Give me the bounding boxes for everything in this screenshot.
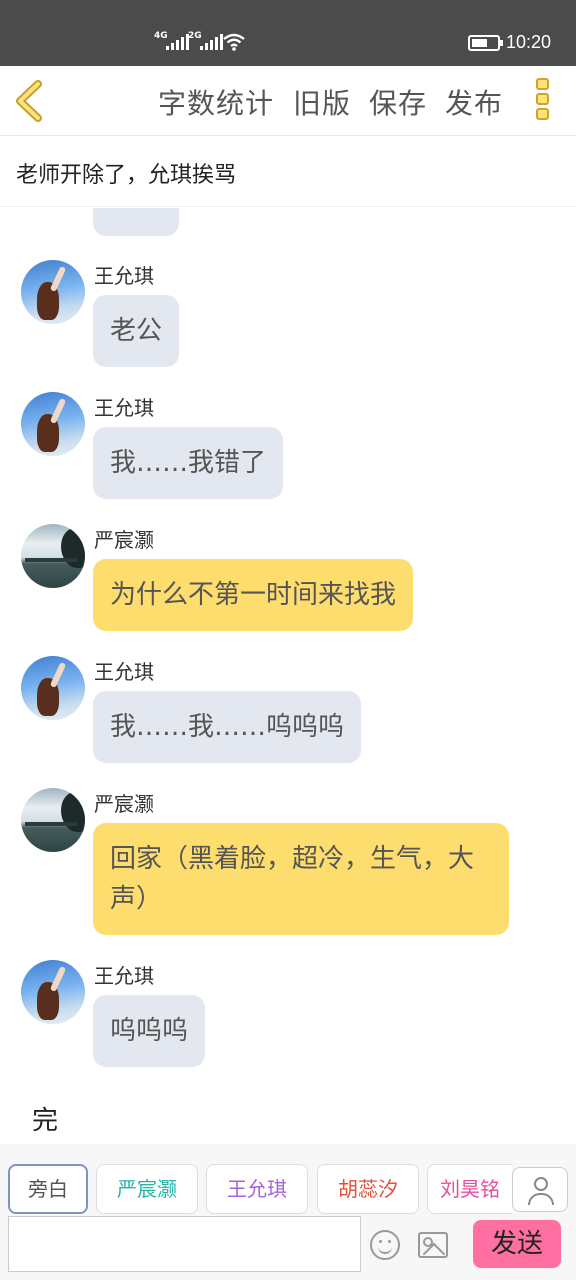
- speaker-name: 王允琪: [94, 396, 154, 420]
- speaker-name: 王允琪: [94, 264, 154, 288]
- speaker-name: 严宸灏: [94, 792, 154, 816]
- message-text: 我……我错了: [110, 448, 267, 478]
- message-input[interactable]: [8, 1216, 361, 1272]
- message-text: 为什么不第一时间来找我: [110, 580, 397, 610]
- image-icon[interactable]: [418, 1232, 448, 1258]
- signal-icon: [166, 34, 189, 50]
- avatar[interactable]: [21, 524, 85, 588]
- message-bubble[interactable]: 我……我错了: [93, 427, 284, 499]
- top-toolbar: 字数统计 旧版 保存 发布: [0, 66, 576, 136]
- story-title-bar[interactable]: 老师开除了，允琪挨骂: [0, 137, 576, 207]
- back-arrow-icon[interactable]: [12, 80, 48, 122]
- save-button[interactable]: 保存: [369, 82, 427, 122]
- character-chip-narrator[interactable]: 旁白: [8, 1164, 88, 1214]
- battery-icon: [468, 35, 503, 51]
- message-bubble[interactable]: 为什么不第一时间来找我: [93, 559, 414, 631]
- end-text[interactable]: 完: [32, 1100, 58, 1137]
- chat-area[interactable]: 呜呜 王允琪 老公 王允琪 我……我错了 严宸灏 为什么不第一时间来找我 王允琪…: [0, 208, 576, 1144]
- emoji-icon[interactable]: [370, 1230, 400, 1260]
- chip-label: 严宸灏: [117, 1177, 177, 1201]
- signal-icon-2: [200, 34, 223, 50]
- message-bubble[interactable]: 我……我……呜呜呜: [93, 691, 362, 763]
- status-bar: 4G 2G 10:20: [0, 0, 576, 66]
- message-bubble[interactable]: 呜呜呜: [93, 995, 206, 1067]
- story-title: 老师开除了，允琪挨骂: [16, 163, 237, 188]
- character-chip[interactable]: 胡蕊汐: [317, 1164, 419, 1214]
- speaker-name: 严宸灏: [94, 528, 154, 552]
- avatar[interactable]: [21, 392, 85, 456]
- chip-label: 胡蕊汐: [338, 1177, 398, 1201]
- message-text: 我……我……呜呜呜: [110, 712, 345, 742]
- message-text: 老公: [110, 316, 163, 346]
- speaker-name: 王允琪: [94, 660, 154, 684]
- character-chip[interactable]: 严宸灏: [96, 1164, 198, 1214]
- message-bubble[interactable]: 老公: [93, 295, 180, 367]
- old-version-button[interactable]: 旧版: [293, 82, 351, 122]
- clock: 10:20: [506, 32, 552, 52]
- message-bubble-partial[interactable]: 呜呜: [93, 208, 180, 236]
- message-text: 回家（黑着脸，超冷，生气，大声）: [110, 844, 475, 914]
- chip-label: 王允琪: [227, 1177, 287, 1201]
- message-bubble[interactable]: 回家（黑着脸，超冷，生气，大声）: [93, 823, 509, 935]
- avatar[interactable]: [21, 656, 85, 720]
- more-icon[interactable]: [536, 78, 552, 124]
- character-selector: 旁白 严宸灏 王允琪 胡蕊汐 刘昊铭: [0, 1144, 576, 1216]
- speaker-name: 王允琪: [94, 964, 154, 988]
- avatar[interactable]: [21, 260, 85, 324]
- send-button[interactable]: 发送: [473, 1220, 561, 1268]
- person-icon[interactable]: [512, 1167, 568, 1212]
- chip-label: 刘昊铭: [440, 1177, 500, 1201]
- message-text: 呜呜呜: [110, 1016, 189, 1046]
- input-bar: 发送: [0, 1216, 576, 1280]
- chip-label: 旁白: [28, 1177, 68, 1201]
- character-chip[interactable]: 王允琪: [206, 1164, 308, 1214]
- wifi-icon: [223, 33, 245, 51]
- publish-button[interactable]: 发布: [445, 82, 503, 122]
- avatar[interactable]: [21, 960, 85, 1024]
- avatar[interactable]: [21, 788, 85, 852]
- character-chip[interactable]: 刘昊铭: [427, 1164, 512, 1214]
- word-count-button[interactable]: 字数统计: [158, 82, 274, 122]
